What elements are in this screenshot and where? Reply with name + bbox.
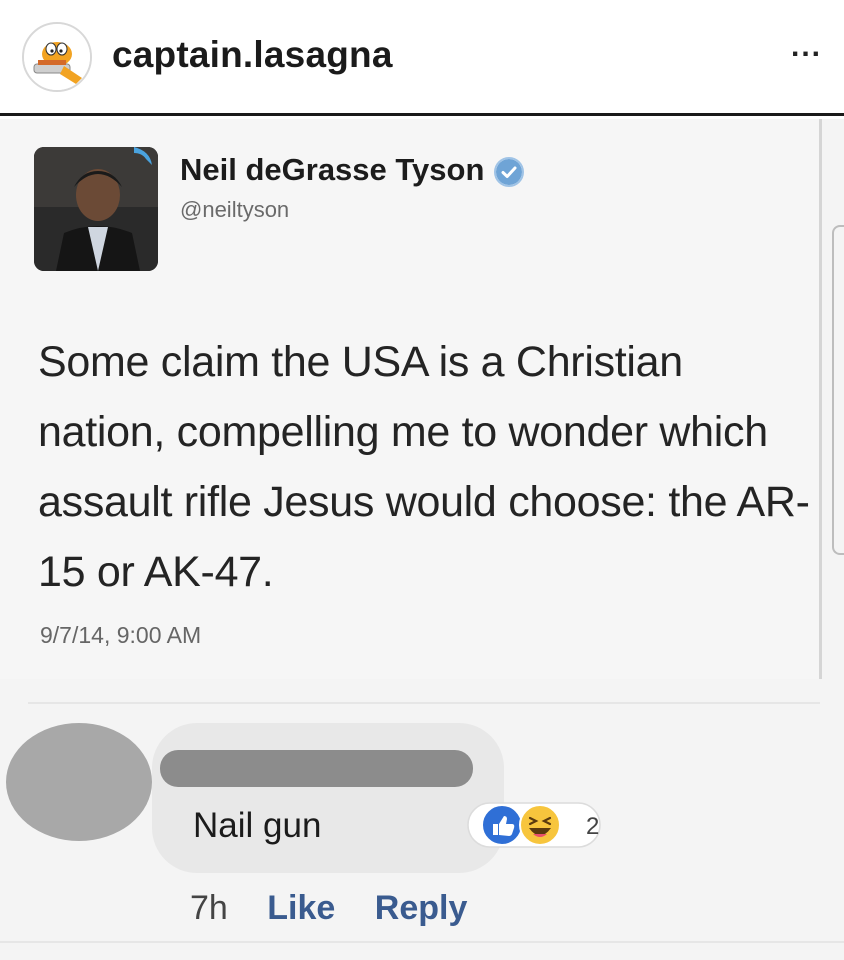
- tweet-author-avatar[interactable]: [34, 147, 158, 271]
- comment-text: Nail gun: [193, 806, 322, 845]
- tweet-card: Neil deGrasse Tyson @neiltyson Some clai…: [0, 119, 822, 679]
- more-horizontal-icon[interactable]: ...: [791, 30, 822, 64]
- scrollbar-edge: [832, 225, 844, 555]
- redacted-commenter-name: [160, 750, 473, 787]
- tweet-author-handle[interactable]: @neiltyson: [180, 197, 289, 223]
- reply-button[interactable]: Reply: [375, 889, 468, 927]
- divider: [0, 941, 844, 943]
- author-name-text: Neil deGrasse Tyson: [180, 152, 485, 187]
- profile-avatar[interactable]: [22, 22, 92, 92]
- like-button[interactable]: Like: [267, 889, 335, 927]
- username[interactable]: captain.lasagna: [112, 34, 393, 76]
- verified-badge-icon: [494, 156, 525, 187]
- haha-reaction-icon: [519, 804, 561, 846]
- commenter-avatar[interactable]: [6, 723, 152, 841]
- comment-bubble: [152, 723, 504, 873]
- tweet-timestamp[interactable]: 9/7/14, 9:00 AM: [40, 622, 201, 649]
- comment-actions: 7h Like Reply: [190, 889, 497, 928]
- divider: [28, 702, 820, 704]
- like-reaction-icon: [481, 804, 523, 846]
- shared-screenshot: Neil deGrasse Tyson @neiltyson Some clai…: [0, 119, 844, 960]
- reaction-count: 2: [586, 813, 600, 840]
- post-header: captain.lasagna ...: [0, 0, 844, 116]
- tweet-author-name[interactable]: Neil deGrasse Tyson: [180, 152, 525, 188]
- tweet-text: Some claim the USA is a Christian nation…: [38, 338, 810, 596]
- comment-time: 7h: [190, 889, 228, 927]
